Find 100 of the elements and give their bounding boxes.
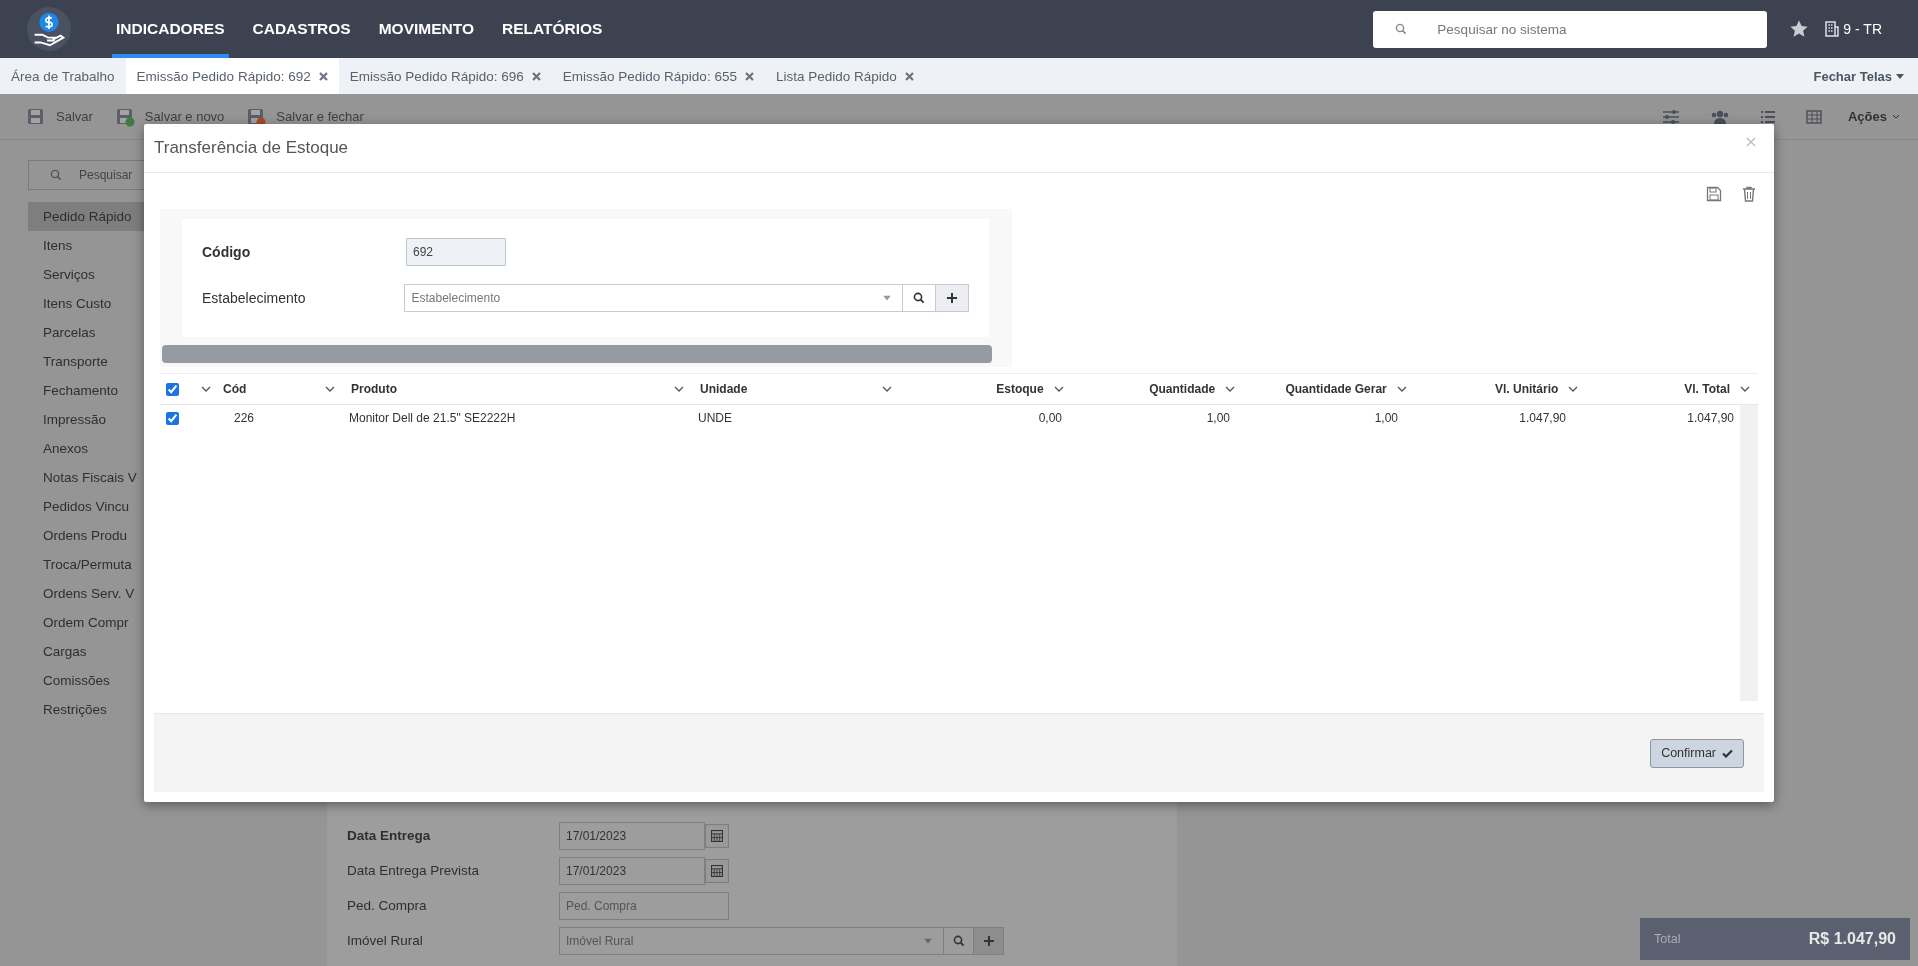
row-checkbox[interactable] — [166, 411, 179, 425]
nav-menu-item[interactable]: MOVIMENTO — [374, 0, 478, 58]
column-header[interactable]: Produto — [351, 382, 397, 396]
chevron-down-icon[interactable] — [1053, 386, 1064, 392]
sidebar-item[interactable]: Itens Custo — [28, 289, 144, 318]
sidebar-item[interactable]: Comissões — [28, 666, 144, 695]
search-button[interactable] — [944, 926, 974, 955]
column-header[interactable]: Vl. Unitário — [1495, 382, 1559, 396]
column-header[interactable]: Quantidade — [1149, 382, 1216, 396]
sidebar-item[interactable]: Troca/Permuta — [28, 550, 144, 579]
column-header[interactable]: Quantidade Gerar — [1285, 382, 1387, 396]
sidebar-item[interactable]: Anexos — [28, 434, 144, 463]
field-label: Data Entrega Prevista — [347, 863, 481, 878]
table-cell: 1.047,90 — [1687, 411, 1734, 425]
sidebar-item[interactable]: Serviços — [28, 260, 144, 289]
confirm-button[interactable]: Confirmar — [1650, 738, 1744, 768]
horizontal-scrollbar[interactable] — [162, 345, 992, 363]
sidebar-item[interactable]: Notas Fiscais V — [28, 463, 144, 492]
add-button[interactable] — [974, 926, 1004, 955]
search-field[interactable]: Pesquisar no sistema — [1373, 10, 1768, 48]
table-cell: 1.047,90 — [1519, 411, 1566, 425]
sidebar-item[interactable]: Pedido Rápido — [28, 202, 144, 231]
column-header[interactable]: Unidade — [700, 382, 748, 396]
actions-menu[interactable]: Ações — [1847, 109, 1900, 124]
close-screens-menu[interactable]: Fechar Telas — [1813, 58, 1904, 94]
close-icon[interactable] — [318, 71, 328, 81]
screen-tab[interactable]: Emissão Pedido Rápido: 655 — [551, 58, 765, 94]
star-icon[interactable] — [1789, 19, 1810, 39]
screen-tab[interactable]: Emissão Pedido Rápido: 692 — [125, 58, 339, 94]
chevron-down-icon[interactable] — [674, 386, 684, 392]
total-label: Total — [1654, 932, 1681, 946]
chevron-down-icon[interactable] — [882, 386, 892, 392]
field-label: Imóvel Rural — [347, 933, 424, 948]
caret-icon — [883, 295, 892, 301]
field-label: Ped. Compra — [347, 898, 428, 913]
search-icon — [913, 292, 926, 304]
column-header[interactable]: Estoque — [996, 382, 1044, 396]
sidebar-item[interactable]: Ordem Compr — [28, 608, 144, 637]
vertical-scrollbar[interactable] — [1740, 405, 1758, 701]
chevron-down-icon[interactable] — [325, 386, 335, 392]
toolbar-button[interactable]: Salvar — [26, 106, 93, 127]
sidebar-item[interactable]: Pedidos Vincu — [28, 492, 144, 521]
chevron-down-icon[interactable] — [1568, 386, 1579, 392]
chevron-down-icon[interactable] — [1396, 386, 1407, 392]
select-field[interactable]: Estabelecimento — [404, 284, 904, 312]
table-cell: UNDE — [698, 411, 732, 425]
sidebar-item[interactable]: Cargas — [28, 637, 144, 666]
field-label: Estabelecimento — [202, 290, 307, 306]
sidebar-item[interactable]: Parcelas — [28, 318, 144, 347]
caret-icon — [924, 938, 932, 943]
search-icon — [1395, 23, 1408, 35]
sidebar-item[interactable]: Ordens Serv. V — [28, 579, 144, 608]
checkmark-icon — [1722, 748, 1733, 758]
chevron-down-icon[interactable] — [1739, 386, 1750, 392]
table-cell: 1,00 — [1206, 411, 1230, 425]
save-icon — [246, 106, 267, 127]
date-field[interactable]: 17/01/2023 — [559, 821, 705, 850]
table-cell: 226 — [234, 411, 255, 425]
select-field[interactable]: Imóvel Rural — [559, 926, 944, 955]
calendar-icon[interactable] — [705, 856, 729, 885]
search-icon — [50, 169, 62, 181]
add-button[interactable] — [936, 284, 969, 312]
sidebar-item[interactable]: Impressão — [28, 405, 144, 434]
chevron-down-icon[interactable] — [1225, 386, 1236, 392]
text-field[interactable]: Ped. Compra — [559, 891, 729, 920]
trash-icon[interactable] — [1742, 186, 1756, 202]
table-cell: 0,00 — [1038, 411, 1062, 425]
screen-tab[interactable]: Emissão Pedido Rápido: 696 — [338, 58, 552, 94]
sidebar-item[interactable]: Itens — [28, 231, 144, 260]
nav-menu-item[interactable]: RELATÓRIOS — [498, 0, 607, 58]
search-button[interactable] — [903, 284, 937, 312]
sidebar-item[interactable]: Ordens Produ — [28, 521, 144, 550]
column-header[interactable]: Cód — [223, 382, 247, 396]
code-field[interactable]: 692 — [406, 238, 506, 266]
dialog-title: Transferência de Estoque — [154, 138, 349, 158]
select-all-checkbox[interactable] — [166, 382, 179, 396]
sliders-icon[interactable] — [1661, 108, 1680, 125]
users-icon[interactable] — [1709, 108, 1730, 125]
close-icon[interactable] — [531, 71, 541, 81]
date-field[interactable]: 17/01/2023 — [559, 856, 705, 885]
logo-icon[interactable] — [26, 6, 72, 52]
plus-icon — [983, 935, 994, 946]
save-icon[interactable] — [1706, 186, 1722, 202]
close-icon[interactable] — [904, 71, 914, 81]
screen-tab[interactable]: Área de Trabalho — [0, 58, 126, 94]
caret-icon — [1896, 73, 1904, 79]
calendar-icon[interactable] — [705, 821, 729, 850]
nav-menu-item[interactable]: CADASTROS — [248, 0, 355, 58]
chevron-down-icon[interactable] — [201, 386, 211, 392]
close-icon[interactable] — [744, 71, 754, 81]
building-icon — [1825, 21, 1840, 37]
list-icon[interactable] — [1759, 108, 1776, 125]
column-header[interactable]: Vl. Total — [1684, 382, 1730, 396]
sidebar-item[interactable]: Transporte — [28, 347, 144, 376]
screen-tab[interactable]: Lista Pedido Rápido — [764, 58, 925, 94]
sidebar-item[interactable]: Fechamento — [28, 376, 144, 405]
field-label: Data Entrega — [347, 828, 432, 843]
table-cell: 1,00 — [1374, 411, 1398, 425]
company-label[interactable]: 9 - TR — [1843, 21, 1882, 37]
sidebar-item[interactable]: Restrições — [28, 695, 144, 724]
